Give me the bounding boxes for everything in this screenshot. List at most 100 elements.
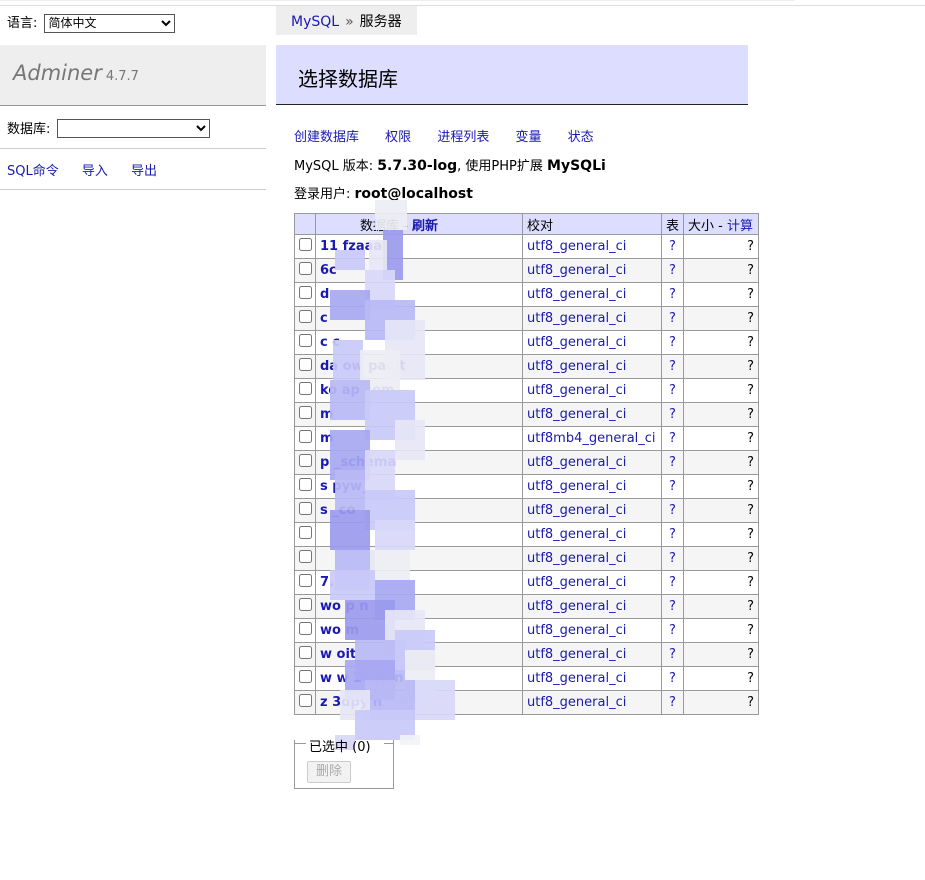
tables-count-link[interactable]: ?	[669, 239, 676, 254]
tables-count-link[interactable]: ?	[669, 551, 676, 566]
sql-command-link[interactable]: SQL命令	[7, 164, 59, 179]
privileges-link[interactable]: 权限	[385, 130, 411, 145]
language-selector: 语言: 简体中文	[7, 12, 175, 33]
brand-name[interactable]: Adminer	[13, 61, 102, 85]
collation-link[interactable]: utf8_general_ci	[527, 671, 626, 686]
breadcrumb-separator: »	[345, 14, 354, 30]
tables-count-link[interactable]: ?	[669, 455, 676, 470]
tables-count-link[interactable]: ?	[669, 623, 676, 638]
tables-count-link[interactable]: ?	[669, 311, 676, 326]
row-checkbox-cell	[294, 378, 316, 403]
row-checkbox-cell	[294, 642, 316, 667]
delete-button[interactable]: 删除	[307, 761, 351, 783]
extension-text: , 使用PHP扩展	[457, 159, 543, 174]
database-select[interactable]	[56, 119, 210, 138]
row-checkbox[interactable]	[298, 646, 312, 659]
tables-cell: ?	[660, 426, 685, 451]
collation-link[interactable]: utf8_general_ci	[527, 263, 626, 278]
tables-cell: ?	[660, 546, 685, 571]
tables-count-link[interactable]: ?	[669, 407, 676, 422]
collation-cell: utf8_general_ci	[522, 450, 662, 475]
row-checkbox[interactable]	[298, 526, 312, 539]
row-checkbox[interactable]	[298, 478, 312, 491]
collation-link[interactable]: utf8_general_ci	[527, 407, 626, 422]
tables-count-link[interactable]: ?	[669, 527, 676, 542]
row-checkbox[interactable]	[298, 286, 312, 299]
tables-count-link[interactable]: ?	[669, 575, 676, 590]
tables-count-link[interactable]: ?	[669, 335, 676, 350]
row-checkbox-cell	[294, 354, 316, 379]
tables-count-link[interactable]: ?	[669, 263, 676, 278]
collation-link[interactable]: utf8_general_ci	[527, 335, 626, 350]
row-checkbox[interactable]	[298, 310, 312, 323]
tables-cell: ?	[660, 474, 685, 499]
row-checkbox[interactable]	[298, 454, 312, 467]
tables-count-link[interactable]: ?	[669, 671, 676, 686]
process-list-link[interactable]: 进程列表	[437, 130, 489, 145]
tables-count-link[interactable]: ?	[669, 599, 676, 614]
row-checkbox[interactable]	[298, 406, 312, 419]
collation-cell: utf8_general_ci	[522, 642, 662, 667]
collation-link[interactable]: utf8_general_ci	[527, 695, 626, 710]
collation-link[interactable]: utf8_general_ci	[527, 527, 626, 542]
tables-column-header: 表	[660, 213, 685, 235]
row-checkbox-cell	[294, 570, 316, 595]
row-checkbox[interactable]	[298, 502, 312, 515]
row-checkbox[interactable]	[298, 598, 312, 611]
collation-link[interactable]: utf8_general_ci	[527, 623, 626, 638]
tables-count-link[interactable]: ?	[669, 431, 676, 446]
tables-count-link[interactable]: ?	[669, 503, 676, 518]
row-checkbox[interactable]	[298, 550, 312, 563]
tables-count-link[interactable]: ?	[669, 359, 676, 374]
tables-count-link[interactable]: ?	[669, 383, 676, 398]
row-checkbox[interactable]	[298, 574, 312, 587]
row-checkbox[interactable]	[298, 358, 312, 371]
compute-link[interactable]: 计算	[727, 219, 753, 234]
size-cell: ?	[683, 570, 760, 595]
import-link[interactable]: 导入	[82, 164, 108, 179]
collation-link[interactable]: utf8_general_ci	[527, 359, 626, 374]
collation-cell: utf8_general_ci	[522, 258, 662, 283]
breadcrumb-mysql-link[interactable]: MySQL	[291, 14, 339, 30]
collation-cell: utf8_general_ci	[522, 378, 662, 403]
collation-link[interactable]: utf8_general_ci	[527, 455, 626, 470]
row-checkbox[interactable]	[298, 622, 312, 635]
collation-link[interactable]: utf8_general_ci	[527, 287, 626, 302]
export-link[interactable]: 导出	[131, 164, 157, 179]
language-select[interactable]: 简体中文	[43, 13, 175, 33]
variables-link[interactable]: 变量	[515, 130, 541, 145]
collation-link[interactable]: utf8_general_ci	[527, 479, 626, 494]
collation-link[interactable]: utf8_general_ci	[527, 647, 626, 662]
action-links: 创建数据库 权限 进程列表 变量 状态	[294, 126, 616, 145]
collation-cell: utf8_general_ci	[522, 666, 662, 691]
page-heading: 选择数据库	[276, 45, 748, 105]
collation-link[interactable]: utf8_general_ci	[527, 383, 626, 398]
pixel-block	[375, 200, 407, 230]
tables-count-link[interactable]: ?	[669, 695, 676, 710]
row-checkbox[interactable]	[298, 334, 312, 347]
collation-link[interactable]: utf8_general_ci	[527, 599, 626, 614]
collation-link[interactable]: utf8_general_ci	[527, 575, 626, 590]
row-checkbox-cell	[294, 426, 316, 451]
status-link[interactable]: 状态	[568, 130, 594, 145]
row-checkbox[interactable]	[298, 382, 312, 395]
row-checkbox[interactable]	[298, 670, 312, 683]
size-cell: ?	[683, 378, 760, 403]
pixelated-redaction	[330, 200, 455, 750]
tables-count-link[interactable]: ?	[669, 287, 676, 302]
create-database-link[interactable]: 创建数据库	[294, 130, 359, 145]
collation-link[interactable]: utf8_general_ci	[527, 551, 626, 566]
collation-link[interactable]: utf8_general_ci	[527, 503, 626, 518]
size-cell: ?	[683, 642, 760, 667]
row-checkbox[interactable]	[298, 262, 312, 275]
collation-link[interactable]: utf8mb4_general_ci	[527, 431, 656, 446]
row-checkbox[interactable]	[298, 430, 312, 443]
brand-version: 4.7.7	[105, 69, 139, 84]
collation-link[interactable]: utf8_general_ci	[527, 239, 626, 254]
row-checkbox[interactable]	[298, 694, 312, 707]
tables-count-link[interactable]: ?	[669, 479, 676, 494]
collation-link[interactable]: utf8_general_ci	[527, 311, 626, 326]
brand-logo[interactable]: Adminer 4.7.7	[13, 61, 139, 85]
tables-count-link[interactable]: ?	[669, 647, 676, 662]
row-checkbox[interactable]	[298, 238, 312, 251]
